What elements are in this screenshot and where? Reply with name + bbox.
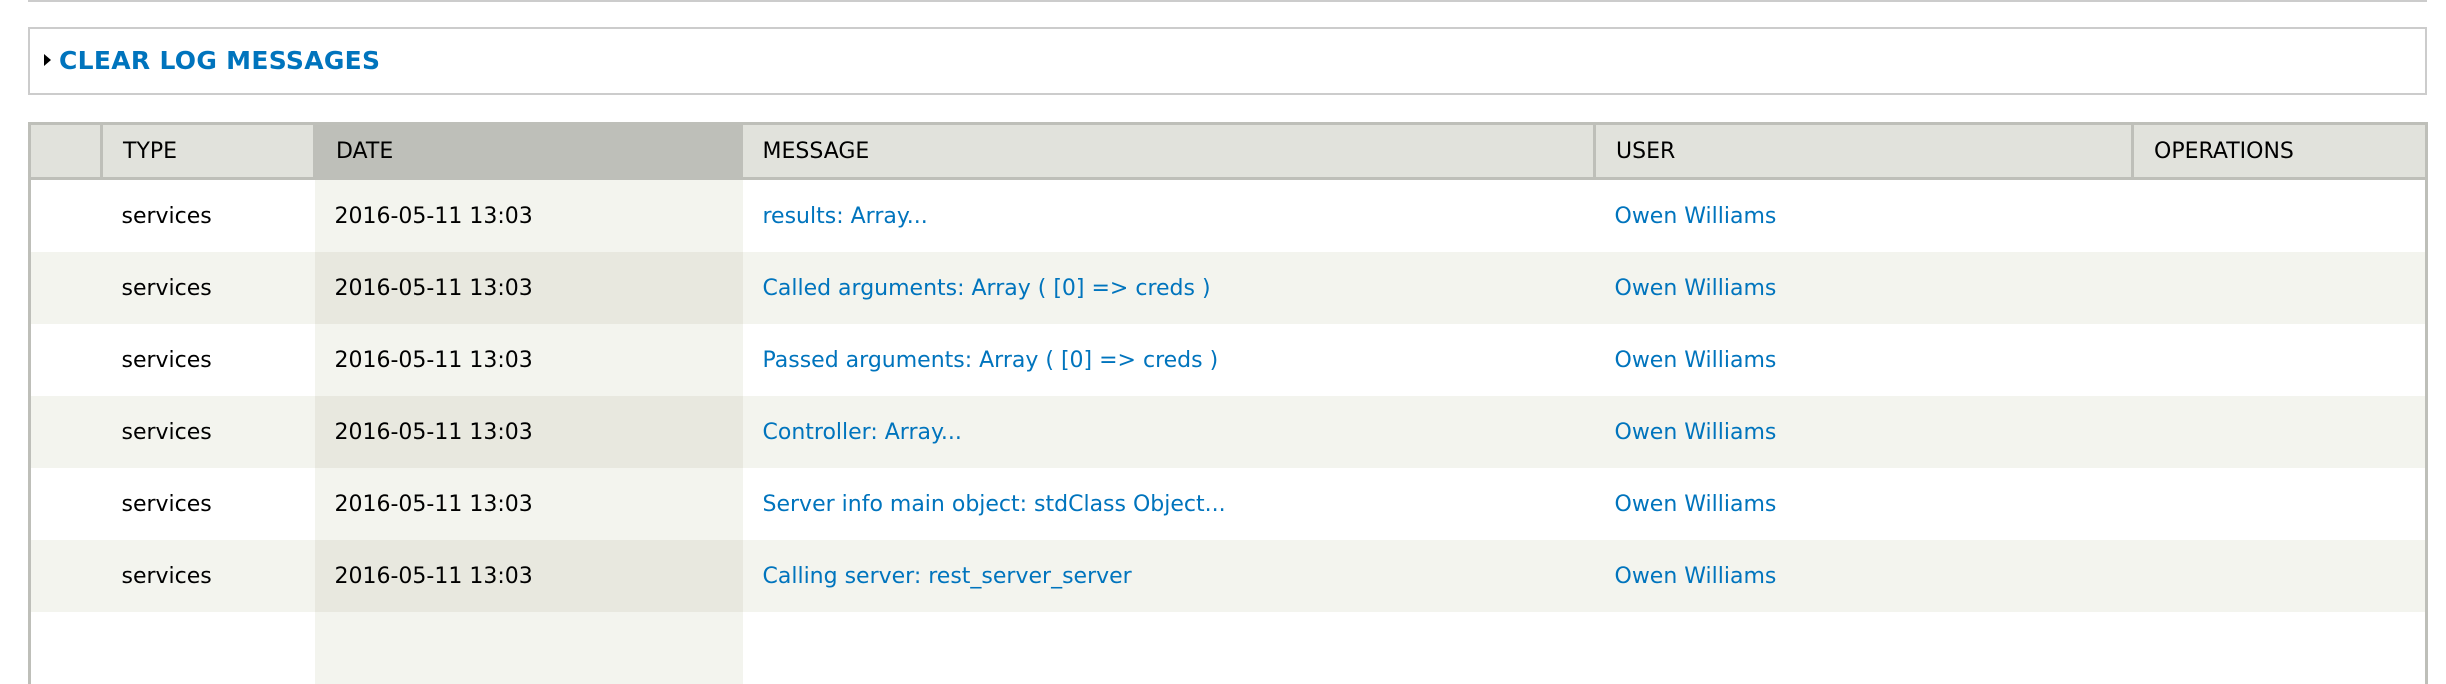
date-cell: 2016-05-11 13:03 bbox=[314, 396, 743, 468]
message-cell bbox=[742, 612, 1595, 684]
row-icon-cell bbox=[29, 252, 102, 324]
operations-cell bbox=[2132, 178, 2427, 252]
column-header-icon bbox=[29, 123, 103, 180]
table-row: services 2016-05-11 13:03 results: Array… bbox=[29, 178, 2427, 252]
row-icon-cell bbox=[29, 396, 102, 468]
log-messages-table: TYPE DATE MESSAGE USER OPERATIONS servic… bbox=[28, 122, 2428, 684]
user-cell: Owen Williams bbox=[1594, 178, 2133, 252]
column-header-message: MESSAGE bbox=[742, 123, 1596, 180]
table-header-row: TYPE DATE MESSAGE USER OPERATIONS bbox=[29, 123, 2427, 180]
message-link[interactable]: Server info main object: stdClass Object… bbox=[763, 492, 1226, 517]
user-link[interactable]: Owen Williams bbox=[1615, 564, 1777, 589]
type-cell: services bbox=[101, 178, 315, 252]
table-row: services 2016-05-11 13:03 Server info ma… bbox=[29, 468, 2427, 540]
type-cell: services bbox=[101, 252, 315, 324]
type-cell: services bbox=[101, 324, 315, 396]
row-icon-cell bbox=[29, 468, 102, 540]
operations-cell bbox=[2132, 612, 2427, 684]
operations-cell bbox=[2132, 468, 2427, 540]
operations-cell bbox=[2132, 324, 2427, 396]
column-header-user[interactable]: USER bbox=[1594, 123, 2134, 180]
table-row: services 2016-05-11 13:03 Controller: Ar… bbox=[29, 396, 2427, 468]
date-cell bbox=[314, 612, 743, 684]
clear-log-toggle[interactable]: CLEAR LOG MESSAGES bbox=[44, 43, 380, 77]
row-icon-cell bbox=[29, 540, 102, 612]
clear-log-fieldset: CLEAR LOG MESSAGES bbox=[28, 27, 2427, 95]
user-link[interactable]: Owen Williams bbox=[1615, 492, 1777, 517]
date-cell: 2016-05-11 13:03 bbox=[314, 178, 743, 252]
message-link[interactable]: Controller: Array... bbox=[763, 420, 962, 445]
top-divider bbox=[28, 0, 2427, 2]
operations-cell bbox=[2132, 252, 2427, 324]
operations-cell bbox=[2132, 540, 2427, 612]
message-cell: results: Array... bbox=[742, 178, 1595, 252]
table-row: services 2016-05-11 13:03 Passed argumen… bbox=[29, 324, 2427, 396]
date-cell: 2016-05-11 13:03 bbox=[314, 324, 743, 396]
message-link[interactable]: results: Array... bbox=[763, 204, 928, 229]
type-cell: services bbox=[101, 540, 315, 612]
message-cell: Passed arguments: Array ( [0] => creds ) bbox=[742, 324, 1595, 396]
type-cell: services bbox=[101, 468, 315, 540]
column-header-type[interactable]: TYPE bbox=[101, 123, 316, 180]
user-cell: Owen Williams bbox=[1594, 540, 2133, 612]
date-cell: 2016-05-11 13:03 bbox=[314, 468, 743, 540]
user-cell bbox=[1594, 612, 2133, 684]
user-link[interactable]: Owen Williams bbox=[1615, 420, 1777, 445]
operations-cell bbox=[2132, 396, 2427, 468]
table-row: services 2016-05-11 13:03 Calling server… bbox=[29, 540, 2427, 612]
row-icon-cell bbox=[29, 612, 102, 684]
type-cell: services bbox=[101, 396, 315, 468]
clear-log-messages-link[interactable]: CLEAR LOG MESSAGES bbox=[59, 46, 380, 75]
message-link[interactable]: Passed arguments: Array ( [0] => creds ) bbox=[763, 348, 1219, 373]
user-cell: Owen Williams bbox=[1594, 324, 2133, 396]
date-cell: 2016-05-11 13:03 bbox=[314, 540, 743, 612]
column-header-date[interactable]: DATE bbox=[314, 123, 743, 180]
row-icon-cell bbox=[29, 178, 102, 252]
user-link[interactable]: Owen Williams bbox=[1615, 348, 1777, 373]
date-cell: 2016-05-11 13:03 bbox=[314, 252, 743, 324]
message-link[interactable]: Calling server: rest_server_server bbox=[763, 564, 1132, 589]
table-row: services 2016-05-11 13:03 Called argumen… bbox=[29, 252, 2427, 324]
user-link[interactable]: Owen Williams bbox=[1615, 276, 1777, 301]
message-cell: Called arguments: Array ( [0] => creds ) bbox=[742, 252, 1595, 324]
message-cell: Calling server: rest_server_server bbox=[742, 540, 1595, 612]
user-link[interactable]: Owen Williams bbox=[1615, 204, 1777, 229]
type-cell bbox=[101, 612, 315, 684]
column-header-operations: OPERATIONS bbox=[2132, 123, 2427, 180]
message-cell: Controller: Array... bbox=[742, 396, 1595, 468]
user-cell: Owen Williams bbox=[1594, 396, 2133, 468]
table-row bbox=[29, 612, 2427, 684]
user-cell: Owen Williams bbox=[1594, 468, 2133, 540]
row-icon-cell bbox=[29, 324, 102, 396]
triangle-right-icon bbox=[44, 54, 51, 66]
message-link[interactable]: Called arguments: Array ( [0] => creds ) bbox=[763, 276, 1211, 301]
user-cell: Owen Williams bbox=[1594, 252, 2133, 324]
message-cell: Server info main object: stdClass Object… bbox=[742, 468, 1595, 540]
